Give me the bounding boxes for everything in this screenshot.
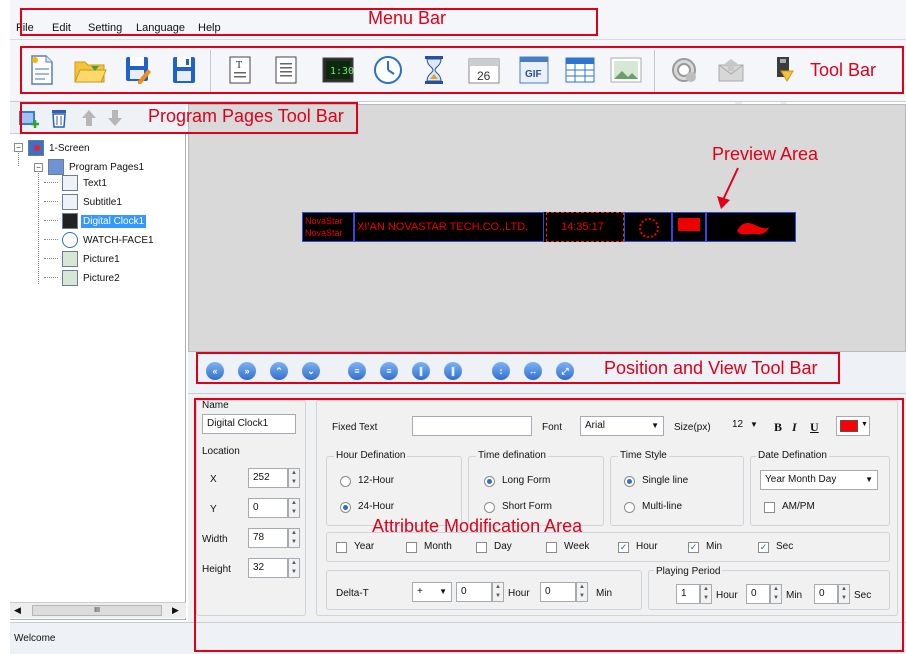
scroll-right-icon[interactable]: ▶: [172, 605, 179, 616]
tree-label: Program Pages1: [69, 161, 145, 173]
led-picture2[interactable]: [706, 212, 796, 242]
led-preview-strip[interactable]: NovaStar NovaStar XI'AN NOVASTAR TECH.CO…: [302, 212, 796, 242]
picture-icon: [62, 251, 78, 267]
led-watch-face-icon: [639, 218, 659, 238]
led-text1[interactable]: NovaStar NovaStar: [302, 212, 354, 242]
led-digital-clock1[interactable]: 14:35:17: [546, 212, 624, 242]
scroll-thumb[interactable]: III: [32, 605, 162, 616]
tree-item-screen[interactable]: 1-Screen: [28, 139, 92, 157]
led-picture1[interactable]: [672, 212, 706, 242]
tree-horizontal-scrollbar[interactable]: ◀ III ▶: [10, 602, 186, 618]
tree-label: Subtitle1: [83, 196, 122, 208]
tree-label: WATCH-FACE1: [83, 234, 154, 246]
tree-label: Digital Clock1: [81, 214, 147, 228]
expander-screen[interactable]: −: [14, 143, 23, 152]
status-text: Welcome: [14, 633, 56, 644]
preview-area-annotation: Preview Area: [712, 144, 819, 164]
scroll-left-icon[interactable]: ◀: [14, 605, 21, 616]
watch-face-icon: [62, 232, 78, 248]
subtitle-icon: [62, 194, 78, 210]
preview-pointer-arrow-icon: [717, 167, 739, 209]
tree-item-picture2[interactable]: Picture2: [62, 269, 122, 287]
tree-item-picture1[interactable]: Picture1: [62, 250, 122, 268]
digital-clock-icon: [62, 213, 78, 229]
led-watch-face1[interactable]: [624, 212, 672, 242]
led-subtitle1[interactable]: XI'AN NOVASTAR TECH.CO.,LTD.: [354, 212, 544, 242]
text-icon: [62, 175, 78, 191]
led-text-line: NovaStar: [305, 216, 343, 226]
expander-program[interactable]: −: [34, 163, 43, 172]
led-picture-block: [678, 218, 700, 231]
tree-label: Picture2: [83, 272, 120, 284]
picture-icon: [62, 270, 78, 286]
screen-icon: [28, 140, 44, 156]
menu-bar-highlight: [20, 8, 598, 36]
tool-bar-annotation: Tool Bar: [810, 60, 877, 80]
program-pages-tool-bar-annotation: Program Pages Tool Bar: [148, 106, 344, 126]
attribute-area-annotation: Attribute Modification Area: [372, 516, 583, 536]
tree-item-watch-face1[interactable]: WATCH-FACE1: [62, 231, 156, 249]
tree-label: Text1: [83, 177, 107, 189]
led-clock-text: 14:35:17: [561, 221, 604, 233]
led-marquee-text: XI'AN NOVASTAR TECH.CO.,LTD.: [357, 221, 529, 233]
tree-label: Picture1: [83, 253, 120, 265]
position-view-tool-bar-annotation: Position and View Tool Bar: [604, 358, 818, 378]
tree-label: 1-Screen: [49, 142, 90, 154]
program-tree: − 1-Screen − Program Pages1 Text1 Subtit…: [10, 134, 186, 620]
program-icon: [48, 159, 64, 175]
tree-item-text1[interactable]: Text1: [62, 174, 109, 192]
tool-bar-highlight: [20, 46, 904, 94]
menu-bar-annotation: Menu Bar: [368, 8, 447, 28]
tree-item-digital-clock1[interactable]: Digital Clock1: [62, 212, 147, 230]
led-text-line: NovaStar: [305, 228, 343, 238]
tree-item-subtitle1[interactable]: Subtitle1: [62, 193, 124, 211]
